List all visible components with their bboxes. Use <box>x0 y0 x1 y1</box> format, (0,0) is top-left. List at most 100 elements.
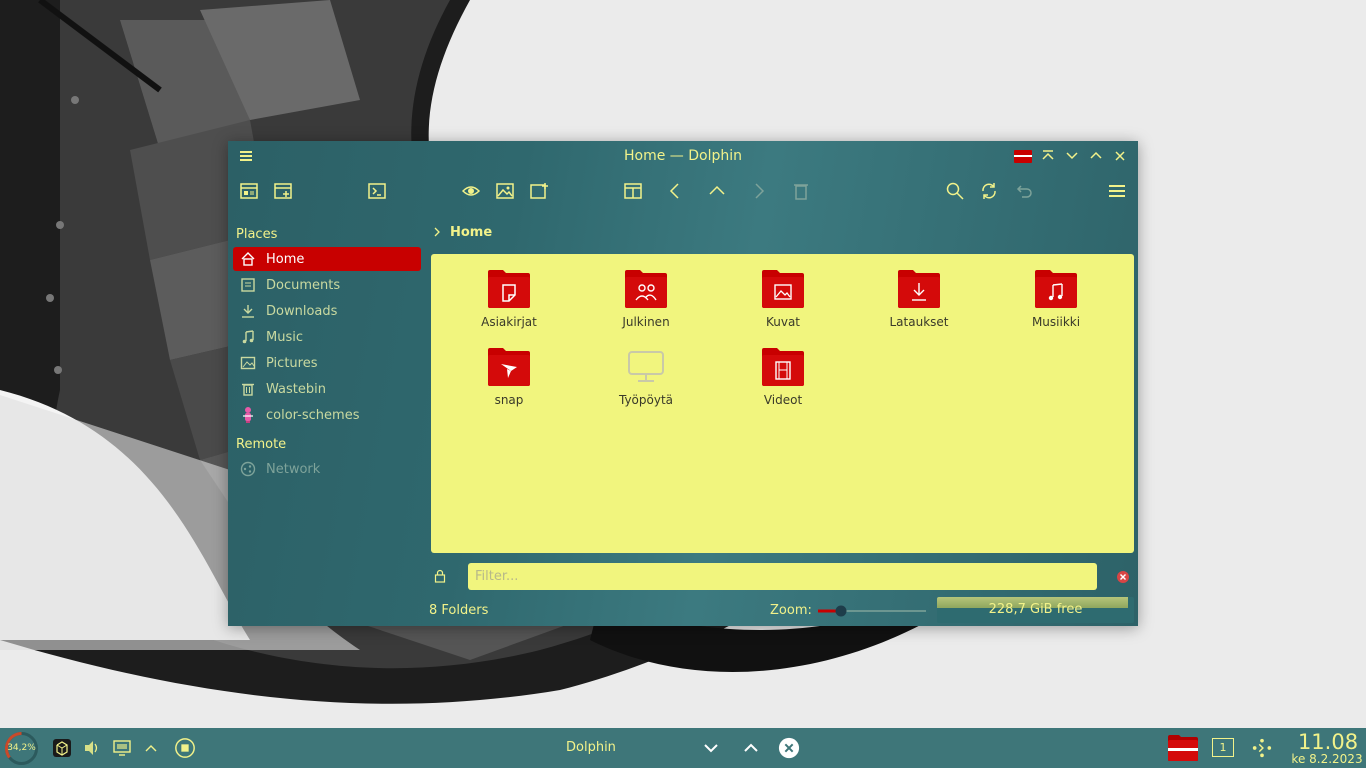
folder-count: 8 Folders <box>429 603 489 618</box>
task-maximize-icon[interactable] <box>740 737 762 759</box>
breadcrumb-home[interactable]: Home <box>450 225 492 240</box>
new-window-icon[interactable] <box>271 179 295 203</box>
remote-heading: Remote <box>236 437 287 452</box>
network-icon <box>239 460 257 478</box>
sidebar-item-label: Documents <box>266 277 341 293</box>
downloads-icon <box>239 302 257 320</box>
taskbar: 34,2% Dolphin 1 11.08 ke 8.2.2023 <box>0 728 1366 768</box>
folder-pictures-icon <box>762 270 804 308</box>
folder-snap-icon <box>488 348 530 386</box>
folder-label: snap <box>494 393 524 407</box>
folder-label: Musiikki <box>1031 315 1081 329</box>
reload-icon[interactable] <box>977 179 1001 203</box>
sidebar-item-wastebin[interactable]: Wastebin <box>233 377 421 401</box>
cpu-load-value: 34,2% <box>7 743 36 753</box>
sidebar-item-label: Pictures <box>266 355 318 371</box>
folder-label: Asiakirjat <box>481 315 537 329</box>
clock-time[interactable]: 11.08 <box>1293 730 1363 754</box>
sidebar-item-label: color-schemes <box>266 407 360 423</box>
breadcrumb: Home <box>428 222 492 242</box>
sidebar-item-pictures[interactable]: Pictures <box>233 351 421 375</box>
display-icon[interactable] <box>111 737 133 759</box>
sidebar-item-music[interactable]: Music <box>233 325 421 349</box>
forward-icon[interactable] <box>747 179 771 203</box>
vault-icon[interactable] <box>51 737 73 759</box>
new-folder-icon[interactable] <box>527 179 551 203</box>
view-mode-icon[interactable] <box>237 179 261 203</box>
image-icon[interactable] <box>493 179 517 203</box>
task-dolphin[interactable]: Dolphin <box>566 740 616 755</box>
home-icon <box>239 250 257 268</box>
free-space-label: 228,7 GiB free <box>988 602 1083 617</box>
dolphin-task-icon[interactable] <box>1167 733 1199 763</box>
sidebar-item-network[interactable]: Network <box>233 457 421 481</box>
folder-item[interactable]: Musiikki <box>1001 267 1111 341</box>
volume-icon[interactable] <box>81 737 103 759</box>
music-icon <box>239 328 257 346</box>
folder-item[interactable]: snap <box>454 345 564 419</box>
chevron-right-icon[interactable] <box>431 226 443 238</box>
folder-label: Lataukset <box>889 315 949 329</box>
clear-filter-icon[interactable] <box>1116 570 1130 584</box>
back-icon[interactable] <box>663 179 687 203</box>
folder-documents-icon <box>488 270 530 308</box>
sidebar-item-label: Network <box>266 461 321 477</box>
filter-bar <box>428 561 1138 593</box>
keep-above-icon[interactable] <box>1039 147 1057 165</box>
search-icon[interactable] <box>943 179 967 203</box>
sidebar-item-documents[interactable]: Documents <box>233 273 421 297</box>
color-schemes-icon <box>239 406 257 424</box>
titlebar: Home — Dolphin <box>228 141 1138 171</box>
file-view[interactable]: Asiakirjat Julkinen Kuvat Lataukset Musi… <box>431 254 1134 553</box>
split-view-icon[interactable] <box>621 179 645 203</box>
folder-item[interactable]: Videot <box>728 345 838 419</box>
window-title: Home — Dolphin <box>623 148 742 164</box>
app-launcher-icon[interactable] <box>1251 737 1273 759</box>
folder-item[interactable]: Asiakirjat <box>454 267 564 341</box>
folder-item[interactable]: Kuvat <box>728 267 838 341</box>
folder-label: Videot <box>763 393 803 407</box>
places-panel: Places Home Documents Downloads Music Pi… <box>228 213 426 626</box>
main-menu-icon[interactable] <box>1105 179 1129 203</box>
virtual-desktop-pager[interactable]: 1 <box>1212 738 1234 757</box>
terminal-icon[interactable] <box>365 179 389 203</box>
folder-item[interactable]: Julkinen <box>591 267 701 341</box>
sidebar-item-downloads[interactable]: Downloads <box>233 299 421 323</box>
task-minimize-icon[interactable] <box>700 737 722 759</box>
media-stop-icon[interactable] <box>174 737 196 759</box>
task-close-icon[interactable] <box>778 737 800 759</box>
folder-label: Julkinen <box>622 315 670 329</box>
zoom-label: Zoom: <box>770 603 812 618</box>
zoom-slider[interactable] <box>818 605 928 617</box>
cpu-load-monitor[interactable]: 34,2% <box>3 730 40 767</box>
toolbar <box>228 174 1138 208</box>
desktop-icon <box>628 351 664 382</box>
up-icon[interactable] <box>705 179 729 203</box>
sidebar-item-label: Music <box>266 329 303 345</box>
sidebar-item-label: Downloads <box>266 303 338 319</box>
clock-date[interactable]: ke 8.2.2023 <box>1289 752 1365 766</box>
folder-label: Työpöytä <box>618 393 674 407</box>
documents-icon <box>239 276 257 294</box>
folder-public-icon <box>625 270 667 308</box>
tray-expand-icon[interactable] <box>140 737 162 759</box>
close-icon[interactable] <box>1111 147 1129 165</box>
sidebar-item-home[interactable]: Home <box>233 247 421 271</box>
desktop-item[interactable]: Työpöytä <box>591 345 701 419</box>
status-bar: 8 Folders Zoom: 228,7 GiB free <box>428 597 1138 623</box>
folder-videos-icon <box>762 348 804 386</box>
filter-input[interactable] <box>468 563 1097 590</box>
maximize-icon[interactable] <box>1087 147 1105 165</box>
folder-label: Kuvat <box>765 315 801 329</box>
folder-downloads-icon <box>898 270 940 308</box>
undo-icon[interactable] <box>1011 179 1035 203</box>
dolphin-window: Home — Dolphin Places Home Documents Dow… <box>228 141 1138 626</box>
sidebar-item-label: Home <box>266 251 305 267</box>
sidebar-item-color-schemes[interactable]: color-schemes <box>233 403 421 427</box>
delete-icon[interactable] <box>789 179 813 203</box>
preview-icon[interactable] <box>459 179 483 203</box>
trash-icon <box>239 380 257 398</box>
folder-item[interactable]: Lataukset <box>864 267 974 341</box>
minimize-icon[interactable] <box>1063 147 1081 165</box>
lock-icon[interactable] <box>433 569 447 583</box>
